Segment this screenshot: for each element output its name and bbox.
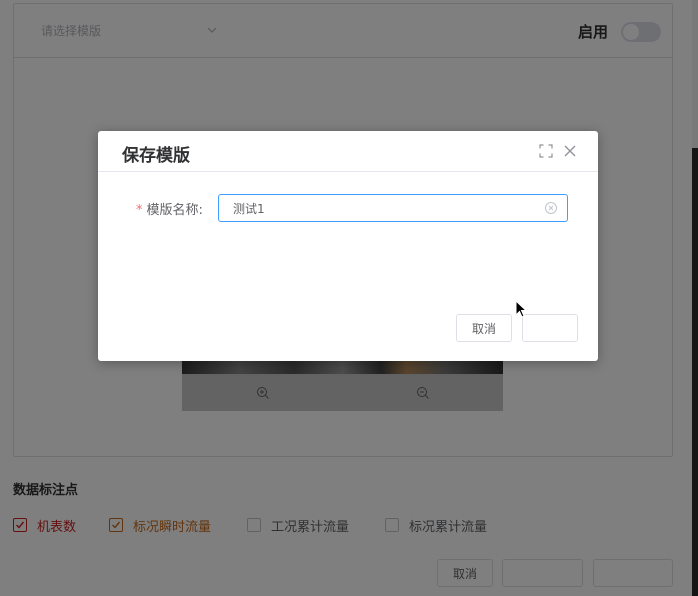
template-name-label-text: 模版名称:	[146, 203, 203, 218]
mouse-pointer-icon	[515, 300, 527, 318]
fullscreen-icon[interactable]	[539, 144, 553, 158]
template-name-input[interactable]	[233, 199, 533, 217]
dialog-title: 保存模版	[122, 146, 190, 166]
dialog-confirm-button[interactable]	[522, 314, 578, 342]
page: 请选择模版 启用 数据	[0, 0, 698, 596]
dialog-cancel-button[interactable]: 取消	[456, 314, 512, 342]
required-mark: *	[136, 203, 143, 218]
template-name-label: * 模版名称:	[136, 199, 203, 218]
close-icon[interactable]	[563, 144, 577, 158]
save-template-dialog: 保存模版 *模版名称: 取消	[98, 131, 598, 361]
clear-icon[interactable]	[544, 201, 558, 215]
dialog-divider	[98, 171, 598, 172]
template-name-field[interactable]	[218, 194, 568, 222]
